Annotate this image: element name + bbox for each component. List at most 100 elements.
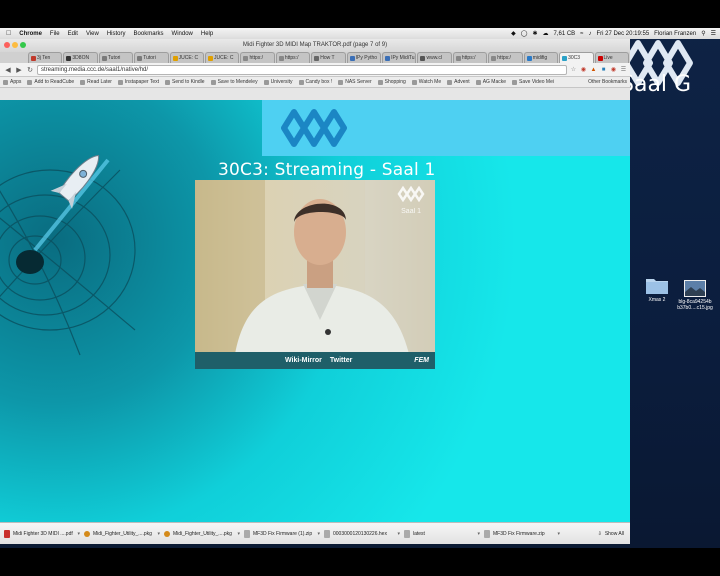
extension-icon[interactable]: ◉: [580, 66, 587, 73]
browser-tab[interactable]: 3j Ten: [28, 52, 63, 63]
menu-bookmarks[interactable]: Bookmarks: [130, 31, 168, 37]
tab-label: 30C3: [568, 55, 581, 61]
tab-favicon-icon: [243, 55, 249, 61]
bookmark-item[interactable]: Read Later: [80, 79, 112, 85]
battery-status[interactable]: 7,61 CB: [553, 31, 575, 37]
tab-label: IPy Pytho: [355, 55, 378, 61]
browser-tab[interactable]: Tutori: [98, 52, 134, 63]
browser-tab[interactable]: 30C3: [559, 52, 594, 63]
browser-tab[interactable]: How T: [311, 52, 346, 63]
show-all-downloads-button[interactable]: ⇩ Show All: [598, 531, 624, 537]
browser-tab[interactable]: 3D8ON: [63, 52, 98, 63]
menu-hamburger-icon[interactable]: ☰: [620, 66, 627, 73]
desktop-image-file[interactable]: blg-8ca94254b b37b0....c15.jpg: [672, 280, 718, 311]
video-frame[interactable]: Saal 1: [195, 180, 435, 354]
bookmark-item[interactable]: Save Video Mei: [512, 79, 554, 85]
time-machine-icon[interactable]: ◯: [521, 30, 528, 37]
other-bookmarks[interactable]: Other Bookmarks: [588, 79, 630, 85]
browser-window: Midi Fighter 3D MIDI Map TRAKTOR.pdf (pa…: [0, 39, 630, 544]
menubar-clock[interactable]: Fri 27 Dec 20:19:55: [596, 31, 649, 37]
browser-tab[interactable]: https:/: [452, 52, 488, 63]
bookmark-favicon-icon: [263, 79, 269, 85]
twitter-link[interactable]: Twitter: [330, 357, 352, 364]
browser-tab[interactable]: https:/: [488, 52, 523, 63]
wifi-icon[interactable]: ≈: [580, 31, 583, 37]
bookmark-item[interactable]: AG Macke: [475, 79, 506, 85]
video-player[interactable]: Saal 1 Wiki-Mirror Twitter FEM: [195, 180, 435, 369]
tab-label: Live: [603, 55, 613, 61]
browser-tab[interactable]: www.cl: [417, 52, 452, 63]
star-bookmark-icon[interactable]: ☆: [570, 66, 577, 73]
bookmark-item[interactable]: Add to ReadCube: [27, 79, 74, 85]
cloud-icon[interactable]: ☁: [542, 30, 548, 37]
browser-tab[interactable]: https:/: [240, 52, 275, 63]
download-menu-caret-icon[interactable]: ▾: [477, 531, 480, 537]
download-item[interactable]: 0003000120130226.hex ▾: [324, 529, 400, 538]
bookmark-label: Apps: [10, 79, 22, 85]
bookmark-item[interactable]: Apps: [3, 79, 21, 85]
desktop-folder[interactable]: Xmas 2: [640, 275, 674, 303]
download-item[interactable]: latest ▾: [404, 529, 480, 538]
browser-tab[interactable]: IPy MidiTu: [382, 52, 417, 63]
download-menu-caret-icon[interactable]: ▾: [237, 531, 240, 537]
zoom-window-button[interactable]: [20, 42, 26, 48]
bookmark-item[interactable]: University: [263, 79, 293, 85]
dropbox-icon[interactable]: ◆: [511, 30, 516, 37]
menu-help[interactable]: Help: [197, 31, 217, 37]
browser-tab[interactable]: Live: [594, 52, 629, 63]
menubar-user[interactable]: Florian Franzen: [654, 31, 696, 37]
tab-label: JUCE: C: [214, 55, 234, 61]
menu-view[interactable]: View: [82, 31, 103, 37]
download-filename: Midi_Fighter_Utility_....pkg: [93, 530, 152, 537]
bookmark-item[interactable]: Shopping: [377, 79, 406, 85]
download-menu-caret-icon[interactable]: ▾: [77, 531, 80, 537]
extension-icon[interactable]: ◉: [610, 66, 617, 73]
volume-icon[interactable]: ♪: [588, 31, 591, 37]
download-item[interactable]: Midi_Fighter_Utility_....pkg ▾: [84, 530, 160, 537]
file-file-icon: [324, 529, 330, 538]
download-item[interactable]: Midi Fighter 3D MIDI ....pdf ▾: [4, 529, 80, 538]
address-bar[interactable]: streaming.media.ccc.de/saal1/native/hd/: [37, 64, 567, 75]
bookmark-item[interactable]: Instapaper Text: [117, 79, 160, 85]
menu-history[interactable]: History: [103, 31, 130, 37]
bookmark-item[interactable]: Save to Mendeley: [210, 79, 258, 85]
back-arrow-icon[interactable]: ◀: [4, 66, 12, 74]
extension-icon[interactable]: ■: [600, 67, 607, 73]
browser-tab[interactable]: midifig: [523, 52, 559, 63]
saal-logo-text: Saal 1: [401, 208, 421, 215]
browser-tab[interactable]: Tutori: [134, 52, 169, 63]
spotlight-icon[interactable]: ⚲: [701, 30, 705, 37]
wiki-mirror-link[interactable]: Wiki-Mirror: [285, 357, 322, 364]
menu-window[interactable]: Window: [168, 31, 197, 37]
apple-menu-icon[interactable]: : [0, 30, 15, 37]
menu-edit[interactable]: Edit: [64, 31, 82, 37]
download-item[interactable]: Midi_Fighter_Utility_....pkg ▾: [164, 530, 240, 537]
download-item[interactable]: MF3D Fix Firmware.zip ▾: [484, 529, 560, 538]
browser-tab[interactable]: https:/: [275, 52, 311, 63]
bookmark-item[interactable]: Send to Kindle: [165, 79, 205, 85]
notification-center-icon[interactable]: ☰: [711, 30, 716, 37]
download-menu-caret-icon[interactable]: ▾: [557, 531, 560, 537]
browser-tab[interactable]: JUCE: C: [169, 52, 205, 63]
browser-tab[interactable]: IPy Pytho: [346, 52, 382, 63]
bookmark-label: Instapaper Text: [124, 79, 160, 85]
menu-file[interactable]: File: [46, 31, 64, 37]
forward-arrow-icon[interactable]: ▶: [15, 66, 23, 74]
bookmark-item[interactable]: Candy box !: [298, 79, 332, 85]
tab-label: 3j Ten: [37, 55, 51, 61]
menu-app-name[interactable]: Chrome: [15, 31, 46, 37]
bookmark-item[interactable]: Watch Me: [411, 79, 441, 85]
reload-icon[interactable]: ↻: [26, 66, 34, 74]
extension-icon[interactable]: ▲: [590, 67, 597, 73]
bookmark-item[interactable]: Advent: [447, 79, 470, 85]
bookmark-item[interactable]: NAS Server: [338, 79, 372, 85]
minimize-window-button[interactable]: [12, 42, 18, 48]
web-page: 30C3: Streaming - Saal 1 Saal 1 Wiki-Mir…: [0, 100, 630, 544]
browser-tab[interactable]: JUCE: C: [205, 52, 240, 63]
download-item[interactable]: MF3D Fix Firmware (1).zip ▾: [244, 529, 320, 538]
bluetooth-icon[interactable]: ✱: [532, 30, 537, 37]
download-menu-caret-icon[interactable]: ▾: [157, 531, 160, 537]
download-menu-caret-icon[interactable]: ▾: [317, 531, 320, 537]
close-window-button[interactable]: [4, 42, 10, 48]
download-menu-caret-icon[interactable]: ▾: [397, 531, 400, 537]
